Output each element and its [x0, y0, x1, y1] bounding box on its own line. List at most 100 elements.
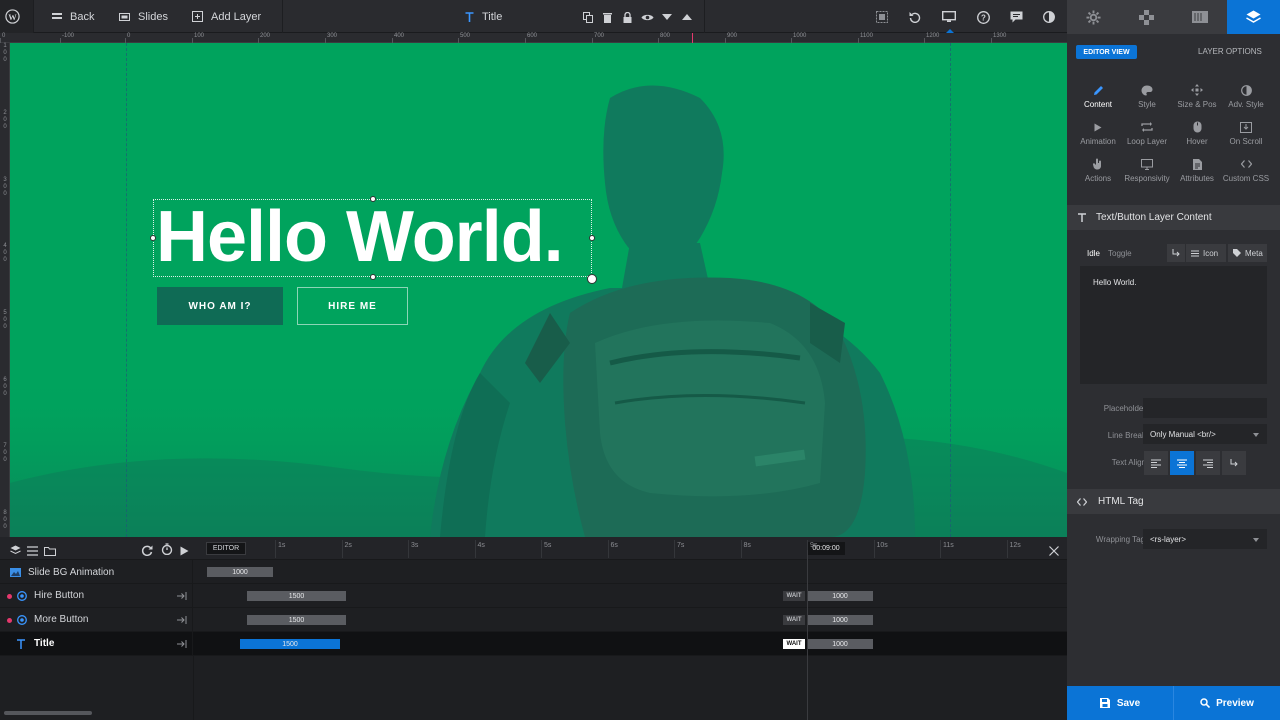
tab-navigation[interactable]: [1120, 0, 1173, 34]
animation-bar[interactable]: 1000: [207, 567, 273, 577]
align-left-button[interactable]: [1144, 451, 1168, 475]
wait-badge[interactable]: WAIT: [783, 615, 805, 625]
option-adv-style[interactable]: Adv. Style: [1221, 83, 1271, 109]
eye-icon[interactable]: [639, 9, 655, 25]
layers-icon[interactable]: [10, 543, 21, 561]
animation-bar-selected[interactable]: 1500: [240, 639, 340, 649]
who-am-i-button[interactable]: WHO AM I?: [157, 287, 283, 325]
animation-bar[interactable]: 1500: [247, 615, 346, 625]
content-textarea[interactable]: Hello World.: [1080, 266, 1267, 384]
ruler-tick-label: 700: [594, 33, 605, 39]
move-down-icon[interactable]: [659, 9, 675, 25]
tab-slide[interactable]: [1173, 0, 1226, 34]
move-up-icon[interactable]: [679, 9, 695, 25]
option-actions[interactable]: Actions: [1073, 157, 1123, 183]
option-style[interactable]: Style: [1122, 83, 1172, 109]
slides-button[interactable]: Slides: [119, 0, 168, 33]
placeholder-input[interactable]: [1143, 398, 1267, 418]
timeline-row-title-selected[interactable]: Title 1500 WAIT 1000: [0, 632, 1067, 656]
play-icon[interactable]: [180, 543, 189, 561]
option-attributes[interactable]: Attributes: [1172, 157, 1222, 183]
content-section-header[interactable]: Text/Button Layer Content: [1067, 205, 1280, 230]
html-tag-section-header[interactable]: HTML Tag: [1067, 489, 1280, 514]
current-layer-selector[interactable]: Title: [465, 0, 502, 33]
timeline-second-label: 11s: [943, 542, 954, 549]
tab-settings[interactable]: [1067, 0, 1120, 34]
animation-bar[interactable]: 1500: [247, 591, 346, 601]
title-layer-selection[interactable]: Hello World.: [150, 196, 597, 284]
editor-view-badge[interactable]: EDITOR VIEW: [1076, 45, 1137, 59]
slide-canvas[interactable]: Hello World. WHO AM I? HIRE ME: [10, 43, 1067, 537]
idle-tab[interactable]: Idle: [1087, 249, 1100, 258]
ruler-tick-label: 1100: [860, 33, 873, 39]
pencil-icon: [1073, 83, 1123, 97]
timeline-row-hire-button[interactable]: Hire Button 1500 WAIT 1000: [0, 584, 1067, 608]
trash-icon[interactable]: [599, 9, 615, 25]
expand-icon[interactable]: [177, 640, 187, 648]
palette-icon: [1122, 83, 1172, 97]
row-name: Title: [34, 638, 55, 649]
end-animation-bar[interactable]: 1000: [807, 639, 873, 649]
option-hover[interactable]: Hover: [1172, 120, 1222, 146]
resize-handle-right[interactable]: [589, 235, 595, 241]
resize-handle-top[interactable]: [370, 196, 376, 202]
timeline-row-more-button[interactable]: More Button 1500 WAIT 1000: [0, 608, 1067, 632]
wait-badge[interactable]: WAIT: [783, 591, 805, 601]
save-button[interactable]: Save: [1067, 686, 1173, 720]
meta-button[interactable]: Meta: [1228, 244, 1267, 262]
loop-icon[interactable]: [141, 543, 153, 561]
preview-button[interactable]: Preview: [1174, 686, 1280, 720]
option-loop-layer[interactable]: Loop Layer: [1122, 120, 1172, 146]
line-break-select[interactable]: Only Manual <br/>: [1143, 424, 1267, 444]
close-icon[interactable]: [1049, 543, 1059, 561]
duplicate-icon[interactable]: [580, 9, 596, 25]
end-animation-bar[interactable]: 1000: [807, 615, 873, 625]
add-layer-button[interactable]: Add Layer: [192, 0, 261, 33]
option-on-scroll[interactable]: On Scroll: [1221, 120, 1271, 146]
expand-icon[interactable]: [177, 592, 187, 600]
hire-me-button[interactable]: HIRE ME: [297, 287, 408, 325]
align-inherit-button[interactable]: [1222, 451, 1246, 475]
slides-label: Slides: [138, 10, 168, 23]
resize-handle-bottom[interactable]: [370, 274, 376, 280]
desktop-view-icon[interactable]: [941, 9, 957, 25]
align-right-button[interactable]: [1196, 451, 1220, 475]
editor-badge[interactable]: EDITOR: [206, 542, 246, 555]
undo-icon[interactable]: [907, 9, 923, 25]
linebreak-button[interactable]: [1167, 244, 1185, 262]
tab-layers-active[interactable]: [1227, 0, 1280, 34]
option-size-pos[interactable]: Size & Pos: [1172, 83, 1222, 109]
rotate-handle-icon[interactable]: [587, 274, 597, 284]
grid-icon: [52, 12, 62, 19]
option-responsivity[interactable]: Responsivity: [1122, 157, 1172, 183]
list-icon[interactable]: [27, 543, 38, 561]
lock-icon[interactable]: [619, 9, 635, 25]
end-animation-bar[interactable]: 1000: [807, 591, 873, 601]
stopwatch-icon[interactable]: [161, 542, 173, 560]
timeline-row-bg[interactable]: Slide BG Animation 1000: [0, 560, 1067, 584]
comment-icon[interactable]: [1008, 9, 1024, 25]
align-center-button[interactable]: [1170, 451, 1194, 475]
folder-icon[interactable]: [44, 543, 56, 561]
navigation-icon: [1139, 9, 1154, 25]
help-icon[interactable]: ?: [975, 9, 991, 25]
back-button[interactable]: Back: [52, 0, 94, 33]
theme-toggle-icon[interactable]: [1041, 9, 1057, 25]
wrapping-tag-select[interactable]: <rs-layer>: [1143, 529, 1267, 549]
wordpress-logo-button[interactable]: W: [0, 0, 33, 33]
timeline-second-line: [275, 540, 276, 558]
expand-icon[interactable]: [177, 616, 187, 624]
option-content[interactable]: Content: [1073, 83, 1123, 109]
headline-text[interactable]: Hello World.: [156, 196, 564, 278]
icon-button[interactable]: Icon: [1186, 244, 1226, 262]
resize-handle-left[interactable]: [150, 235, 156, 241]
align-center-icon: [1177, 459, 1187, 468]
toggle-tab[interactable]: Toggle: [1108, 249, 1132, 258]
option-animation[interactable]: Animation: [1073, 120, 1123, 146]
ruler-cursor-marker: [692, 33, 693, 43]
option-custom-css[interactable]: Custom CSS: [1221, 157, 1271, 183]
horizontal-scrollbar[interactable]: [4, 711, 92, 715]
selection-icon[interactable]: [874, 9, 890, 25]
playhead-line[interactable]: [807, 550, 808, 720]
wait-badge[interactable]: WAIT: [783, 639, 805, 649]
